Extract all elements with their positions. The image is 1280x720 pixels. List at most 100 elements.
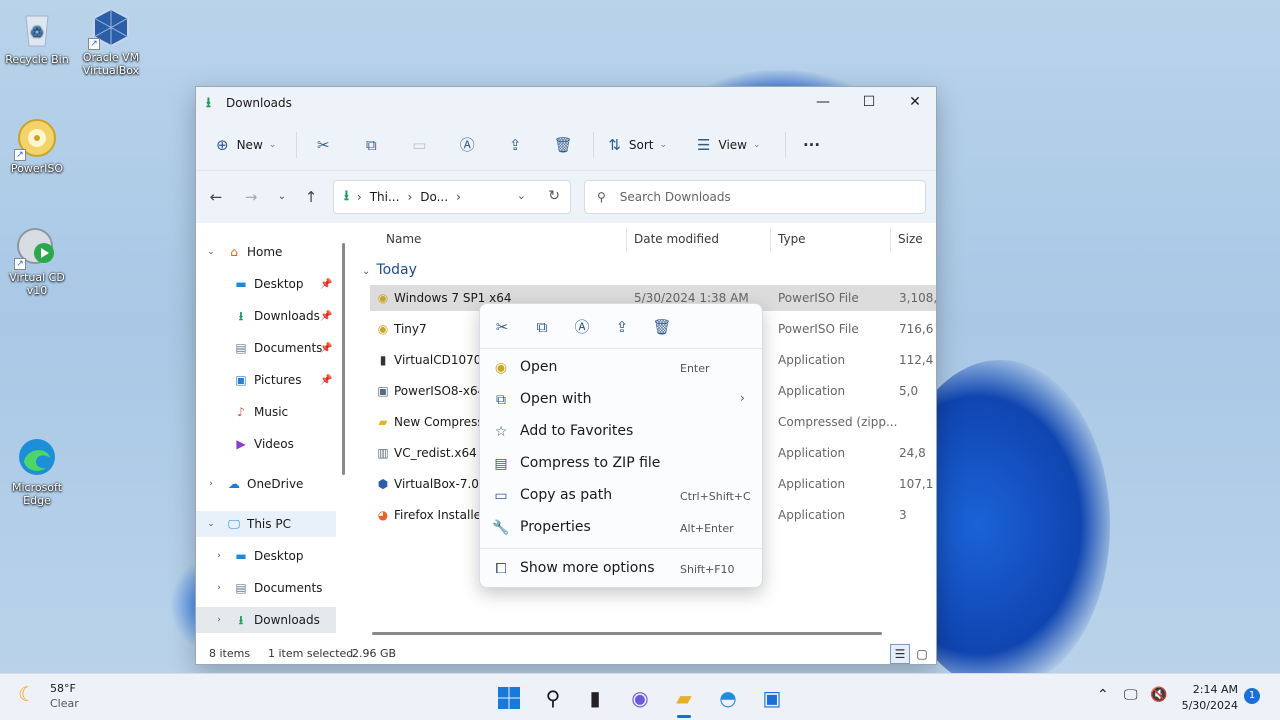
- window-title: Downloads: [226, 96, 292, 110]
- desktop-icon-poweriso[interactable]: ↗ PowerISO: [2, 117, 72, 175]
- desktop-icon-virtualbox[interactable]: ↗ Oracle VM VirtualBox: [76, 6, 146, 77]
- rename-icon: Ⓐ: [459, 136, 475, 154]
- svg-text:♻: ♻: [30, 23, 43, 41]
- command-bar: ⊕ New ⌄ ✂ ⧉ ▭ Ⓐ ⇪ 🗑 ⇅ Sort ⌄ ☰ View ⌄ ··…: [196, 119, 936, 171]
- file-name: Tiny7: [394, 322, 427, 336]
- open-with-icon: ⧉: [496, 392, 506, 408]
- sidebar-scrollbar[interactable]: [342, 243, 345, 475]
- file-explorer-taskbar-button[interactable]: ▰: [668, 682, 700, 718]
- windows-logo-icon: [498, 687, 520, 709]
- menu-item-show-more-options[interactable]: ⧠ Show more options Shift+F10: [484, 554, 758, 584]
- file-size: 3,108,0: [899, 291, 937, 305]
- start-button[interactable]: [493, 682, 525, 714]
- pin-icon: 📌: [320, 278, 333, 290]
- menu-item-compress-zip[interactable]: ▤ Compress to ZIP file: [484, 449, 758, 479]
- edge-taskbar-button[interactable]: ◓: [712, 682, 744, 714]
- up-button[interactable]: ↑: [301, 186, 321, 208]
- share-button[interactable]: ⇪: [497, 128, 533, 162]
- cloud-icon: ☁: [228, 477, 240, 491]
- pin-icon: 📌: [320, 374, 333, 386]
- new-button[interactable]: ⊕ New ⌄: [210, 128, 282, 162]
- menu-item-open-with[interactable]: ⧉ Open with ›: [484, 385, 758, 415]
- volume-muted-icon[interactable]: 🔇: [1150, 687, 1167, 703]
- maximize-button[interactable]: ☐: [846, 87, 892, 117]
- sort-button[interactable]: ⇅ Sort ⌄: [602, 128, 673, 162]
- sidebar-item-home[interactable]: ⌄ ⌂ Home: [196, 239, 336, 265]
- sidebar-item-pc-desktop[interactable]: › ▬ Desktop: [196, 543, 336, 569]
- menu-item-open[interactable]: ◉ Open Enter: [484, 353, 758, 383]
- sidebar-item-this-pc[interactable]: ⌄ 🖵 This PC: [196, 511, 336, 537]
- breadcrumb-this-pc[interactable]: Thi...: [370, 190, 400, 204]
- copy-button[interactable]: ⧉: [353, 128, 389, 162]
- taskbar: ☾ 58°F Clear ⚲ ▮ ◉ ▰ ◓ ▣ ⌃ 🖵 🔇 2:14 AM 5…: [0, 673, 1280, 720]
- clock[interactable]: 2:14 AM 5/30/2024: [1172, 682, 1238, 714]
- network-icon[interactable]: 🖵: [1124, 687, 1138, 703]
- sidebar-item-pc-downloads[interactable]: › ⭳ Downloads: [196, 607, 336, 633]
- show-hidden-icons-button[interactable]: ⌃: [1097, 687, 1109, 703]
- sidebar-item-music[interactable]: ♪ Music: [196, 399, 336, 425]
- chat-button[interactable]: ◉: [624, 682, 656, 714]
- sidebar-item-downloads[interactable]: ⭳ Downloads 📌: [196, 303, 336, 329]
- breadcrumb-downloads[interactable]: Do...: [420, 190, 448, 204]
- minimize-button[interactable]: —: [800, 87, 846, 117]
- task-view-button[interactable]: ▮: [579, 682, 611, 714]
- file-name: VirtualBox-7.0.1: [394, 477, 491, 491]
- desktop-icon-edge[interactable]: Microsoft Edge: [2, 436, 72, 507]
- recent-locations-button[interactable]: ⌄: [272, 186, 292, 208]
- status-item-count: 8 items: [209, 647, 251, 660]
- store-taskbar-button[interactable]: ▣: [756, 682, 788, 714]
- horizontal-scrollbar[interactable]: [372, 632, 882, 635]
- cut-button[interactable]: ✂: [490, 316, 514, 338]
- breadcrumb-separator: ›: [407, 190, 413, 204]
- menu-item-copy-as-path[interactable]: ▭ Copy as path Ctrl+Shift+C: [484, 481, 758, 511]
- sidebar-item-videos[interactable]: ▶ Videos: [196, 431, 336, 457]
- share-button[interactable]: ⇪: [610, 316, 634, 338]
- computer-icon: 🖵: [228, 517, 240, 531]
- address-dropdown-icon[interactable]: ⌄: [517, 189, 526, 202]
- cut-button[interactable]: ✂: [305, 128, 341, 162]
- desktop-icon-recycle-bin[interactable]: ♻ Recycle Bin: [2, 8, 72, 66]
- details-view-button[interactable]: ☰: [890, 644, 910, 664]
- sidebar-item-onedrive[interactable]: › ☁ OneDrive: [196, 471, 336, 497]
- desktop-icon-virtual-cd[interactable]: ↗ Virtual CD v10: [2, 226, 72, 297]
- refresh-icon[interactable]: ↻: [548, 188, 560, 204]
- address-bar[interactable]: ⭳ › Thi... › Do... › ⌄ ↻: [333, 180, 571, 214]
- column-header-type[interactable]: Type: [778, 232, 806, 252]
- desktop-icon-label: Oracle VM VirtualBox: [82, 51, 140, 77]
- notification-badge[interactable]: 1: [1244, 688, 1260, 704]
- menu-item-add-to-favorites[interactable]: ☆ Add to Favorites: [484, 417, 758, 447]
- tiles-view-button[interactable]: ▢: [912, 644, 932, 664]
- close-button[interactable]: ✕: [892, 87, 936, 117]
- sidebar-item-desktop[interactable]: ▬ Desktop 📌: [196, 271, 336, 297]
- sidebar-item-pc-documents[interactable]: › ▤ Documents: [196, 575, 336, 601]
- delete-button[interactable]: 🗑: [545, 128, 581, 162]
- file-size: 107,1: [899, 477, 934, 491]
- column-header-size[interactable]: Size: [898, 232, 923, 252]
- copy-button[interactable]: ⧉: [530, 316, 554, 338]
- paste-button[interactable]: ▭: [401, 128, 437, 162]
- weather-widget[interactable]: ☾ 58°F Clear: [18, 681, 79, 711]
- column-header-date[interactable]: Date modified: [634, 232, 719, 252]
- rename-button[interactable]: Ⓐ: [449, 128, 485, 162]
- context-menu: ✂ ⧉ Ⓐ ⇪ 🗑 ◉ Open Enter ⧉ Open with › ☆ A…: [479, 303, 763, 588]
- column-divider: [770, 228, 771, 252]
- menu-item-properties[interactable]: 🔧 Properties Alt+Enter: [484, 513, 758, 543]
- search-button[interactable]: ⚲: [537, 682, 569, 714]
- shortcut-arrow-icon: ↗: [14, 258, 26, 270]
- title-bar[interactable]: ⭳ Downloads — ☐ ✕: [196, 87, 936, 119]
- see-more-button[interactable]: ···: [794, 128, 830, 162]
- menu-item-label: Show more options: [520, 560, 655, 576]
- column-header-name[interactable]: Name: [386, 232, 421, 252]
- group-label: Today: [376, 262, 417, 278]
- group-header-today[interactable]: ⌄ Today: [362, 262, 417, 278]
- search-box[interactable]: ⚲ Search Downloads: [584, 180, 926, 214]
- view-button[interactable]: ☰ View ⌄: [691, 128, 766, 162]
- forward-button[interactable]: →: [241, 186, 261, 208]
- back-button[interactable]: ←: [206, 186, 226, 208]
- menu-item-shortcut: Ctrl+Shift+C: [680, 490, 751, 503]
- delete-button[interactable]: 🗑: [650, 316, 674, 338]
- rename-button[interactable]: Ⓐ: [570, 316, 594, 338]
- sidebar-item-pictures[interactable]: ▣ Pictures 📌: [196, 367, 336, 393]
- virtualbox-icon: ↗: [88, 6, 132, 50]
- sidebar-item-documents[interactable]: ▤ Documents 📌: [196, 335, 336, 361]
